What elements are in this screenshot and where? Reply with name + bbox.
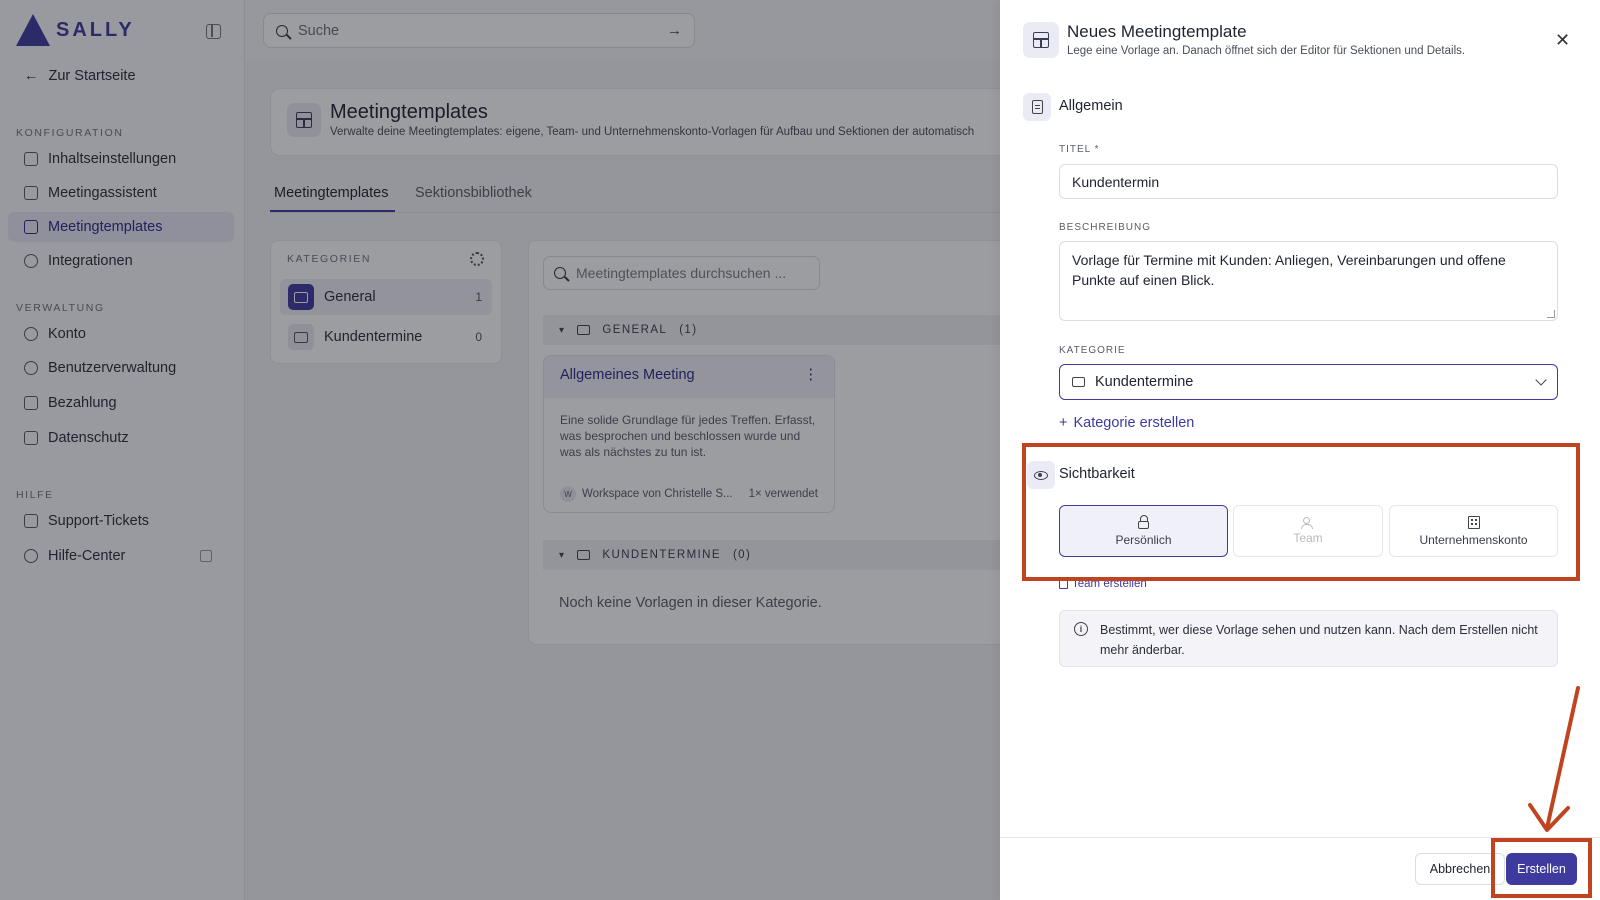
title-field[interactable] — [1059, 164, 1558, 199]
folder-icon — [1072, 377, 1085, 387]
general-section-icon-box — [1023, 93, 1051, 121]
drawer-header-icon-box — [1023, 22, 1059, 58]
modal-overlay[interactable] — [0, 0, 1000, 900]
category-select[interactable]: Kundentermine — [1059, 364, 1558, 400]
description-field-label: BESCHREIBUNG — [1059, 222, 1152, 233]
title-field-label: TITEL * — [1059, 144, 1100, 155]
drawer-title: Neues Meetingtemplate — [1067, 22, 1247, 41]
general-section-title: Allgemein — [1059, 98, 1123, 114]
create-category-link[interactable]: + Kategorie erstellen — [1059, 415, 1194, 431]
info-icon: i — [1074, 622, 1088, 636]
description-value: Vorlage für Termine mit Kunden: Anliegen… — [1072, 252, 1506, 288]
create-category-label: Kategorie erstellen — [1073, 415, 1195, 431]
visibility-highlight-box — [1022, 443, 1580, 581]
document-icon — [1031, 100, 1043, 114]
template-icon — [1033, 32, 1049, 48]
resize-handle-icon[interactable] — [1547, 310, 1555, 318]
chevron-down-icon — [1535, 374, 1547, 386]
description-field[interactable]: Vorlage für Termine mit Kunden: Anliegen… — [1059, 241, 1558, 321]
category-select-value: Kundentermine — [1095, 374, 1194, 390]
visibility-info-box: i Bestimmt, wer diese Vorlage sehen und … — [1059, 610, 1558, 667]
plus-icon: + — [1059, 415, 1068, 431]
category-field-label: KATEGORIE — [1059, 345, 1126, 356]
close-icon[interactable]: ✕ — [1555, 30, 1570, 51]
drawer-subtitle: Lege eine Vorlage an. Danach öffnet sich… — [1067, 45, 1466, 57]
create-button-highlight-box — [1491, 838, 1592, 898]
visibility-info-text: Bestimmt, wer diese Vorlage sehen und nu… — [1100, 623, 1538, 657]
